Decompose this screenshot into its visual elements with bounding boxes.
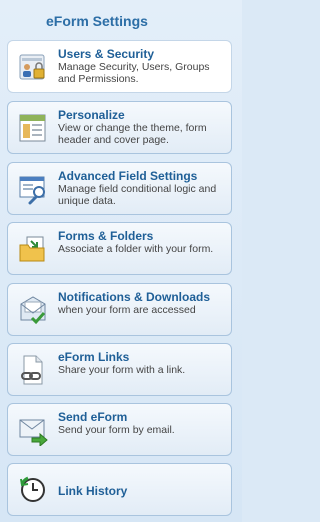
menu-item-link-history[interactable]: Link History (7, 463, 232, 516)
menu-item-send-eform[interactable]: Send eForm Send your form by email. (7, 403, 232, 456)
menu-item-label: Advanced Field Settings (58, 169, 198, 183)
menu-item-label: Personalize (58, 108, 125, 122)
folder-icon (19, 236, 45, 262)
menu-item-advanced-field-settings[interactable]: Advanced Field Settings Manage field con… (7, 162, 232, 215)
menu-item-description: Share your form with a link. (58, 364, 186, 376)
menu-item-label: Forms & Folders (58, 229, 154, 243)
menu-item-description: Manage field conditional logic and uniqu… (58, 183, 217, 207)
menu-item-description: Manage Security, Users, Groups and Permi… (58, 61, 210, 85)
users-security-icon (19, 54, 45, 80)
menu-item-label: Send eForm (58, 410, 128, 424)
settings-panel: eForm Settings Users & Security Manage S… (0, 0, 242, 522)
menu-item-label: Notifications & Downloads (58, 290, 211, 304)
send-email-icon (19, 419, 48, 446)
menu-item-description: when your form are accessed (58, 304, 196, 316)
link-icon (21, 355, 43, 385)
menu-item-forms-folders[interactable]: Forms & Folders Associate a folder with … (7, 222, 232, 275)
menu-item-users-security[interactable]: Users & Security Manage Security, Users,… (7, 40, 232, 93)
menu-item-description: Associate a folder with your form. (58, 243, 214, 255)
menu-item-personalize[interactable]: Personalize View or change the theme, fo… (7, 101, 232, 154)
menu-item-eform-links[interactable]: eForm Links Share your form with a link. (7, 343, 232, 396)
menu-item-label: Users & Security (58, 47, 155, 61)
menu-item-label: eForm Links (58, 350, 130, 364)
menu-item-description: Send your form by email. (58, 424, 175, 436)
history-clock-icon (20, 476, 45, 502)
panel-title: eForm Settings (46, 13, 148, 29)
menu-item-notifications-downloads[interactable]: Notifications & Downloads when your form… (7, 283, 232, 336)
advanced-settings-icon (19, 176, 45, 205)
menu-item-label: Link History (58, 484, 128, 498)
personalize-icon (19, 114, 46, 142)
notification-envelope-icon (20, 296, 46, 325)
menu-item-description: View or change the theme, form header an… (58, 122, 207, 146)
